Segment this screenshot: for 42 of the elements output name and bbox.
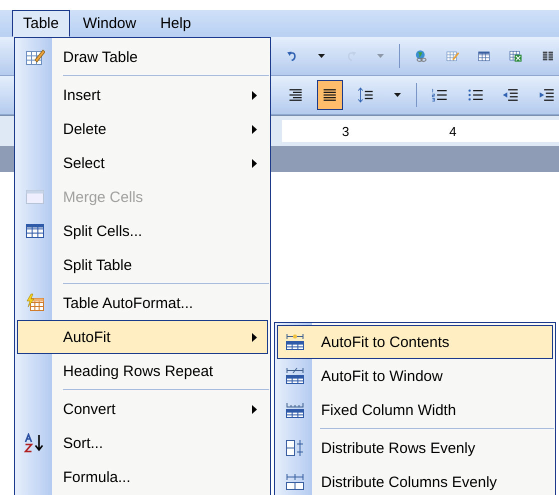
submenu-arrow-icon (252, 332, 257, 342)
table-icon (24, 221, 44, 241)
menu-title[interactable]: Window (72, 10, 148, 37)
menu-title[interactable]: Table (12, 10, 70, 37)
menu-item[interactable]: Heading Rows Repeat (17, 354, 268, 392)
column-width-icon (284, 332, 304, 352)
table-icon (24, 187, 44, 207)
submenu-arrow-icon (252, 158, 257, 168)
distribute-rows-icon (284, 438, 304, 458)
menu-item[interactable]: Distribute Columns Evenly (277, 465, 553, 495)
distribute-columns-icon (284, 472, 304, 492)
ruler-number: 3 (342, 124, 350, 138)
submenu-arrow-icon (252, 404, 257, 414)
menu-item[interactable]: Select (17, 146, 268, 180)
menu-item[interactable]: Convert (17, 392, 268, 426)
menu-item[interactable]: AutoFit to Window (277, 359, 553, 393)
menu-item[interactable]: Draw Table (17, 40, 268, 78)
menu-item[interactable]: Split Table (17, 248, 268, 286)
menu-item[interactable]: Distribute Rows Evenly (277, 431, 553, 465)
lightning-table-icon (24, 293, 44, 313)
menu-item[interactable]: Table AutoFormat... (17, 286, 268, 320)
dropdown-arrow-icon (376, 54, 384, 58)
dropdown-arrow-icon (394, 93, 401, 97)
menu-item[interactable]: Sort... (17, 426, 268, 460)
sort-icon (24, 433, 46, 453)
ruler-number: 4 (449, 124, 456, 138)
submenu-arrow-icon (252, 90, 257, 100)
line-spacing-icon (356, 85, 374, 105)
menu-title[interactable]: Help (149, 10, 202, 37)
menu-item[interactable]: Delete (17, 112, 268, 146)
menu-item[interactable]: AutoFit (17, 320, 268, 354)
submenu-arrow-icon (252, 124, 257, 134)
menu-item[interactable]: Insert (17, 78, 268, 112)
table-pencil-icon (24, 47, 44, 67)
menu-item[interactable]: Split Cells... (17, 214, 268, 248)
menu-item[interactable]: Fixed Column Width (277, 393, 553, 431)
menu-item[interactable]: Formula... (17, 460, 268, 494)
column-width-icon (284, 400, 304, 420)
menu-item[interactable]: AutoFit to Contents (277, 325, 553, 359)
toolbar-button[interactable] (317, 80, 343, 110)
dropdown-arrow-icon (318, 54, 326, 58)
column-width-icon (284, 366, 304, 386)
